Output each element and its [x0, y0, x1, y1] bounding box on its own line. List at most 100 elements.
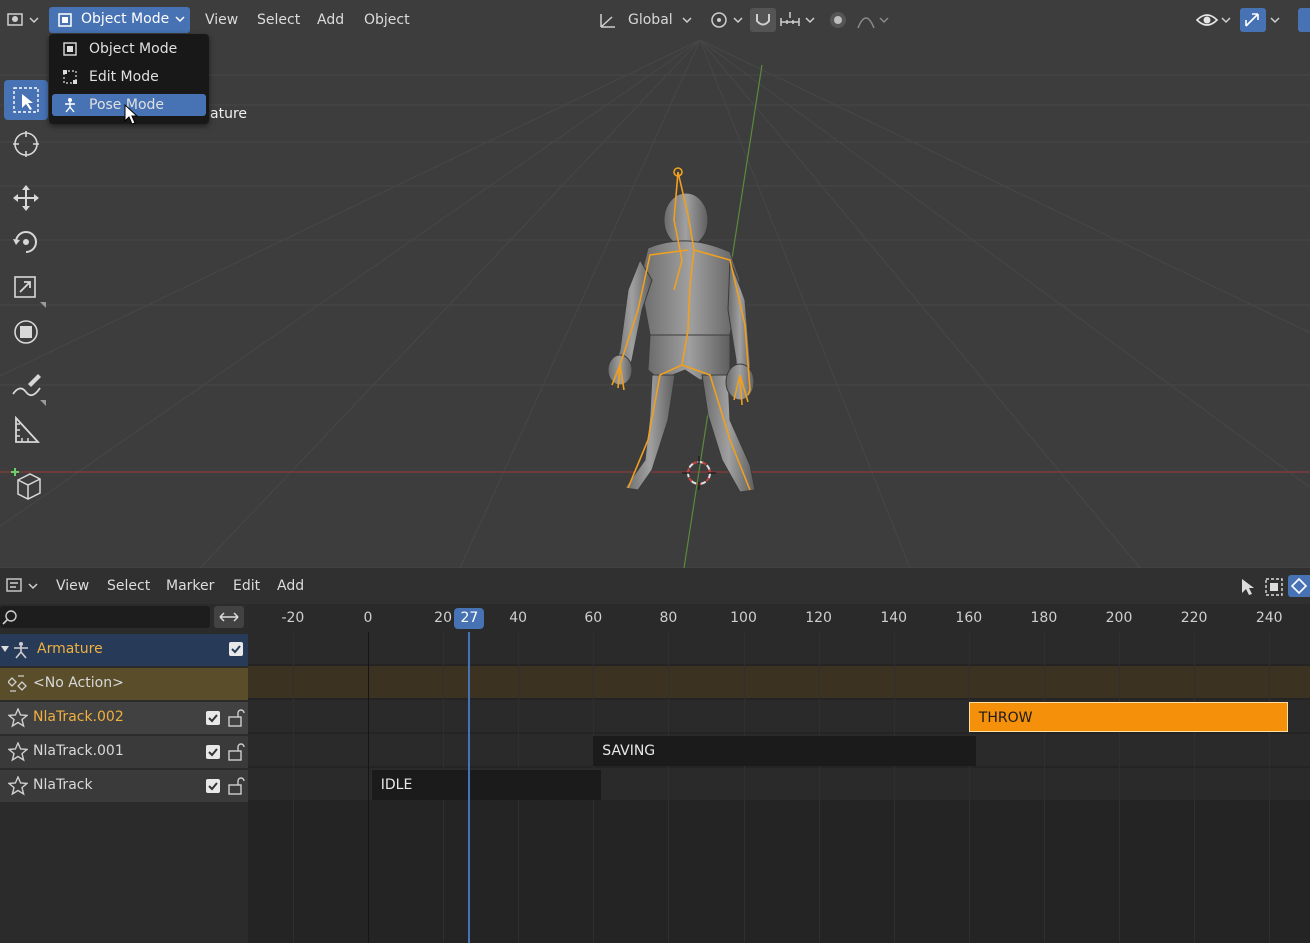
nla-strips: THROW SAVING IDLE — [248, 632, 1310, 943]
character-mesh[interactable] — [590, 160, 780, 505]
snap-increment-icon[interactable] — [778, 8, 820, 32]
transform-icon — [14, 320, 38, 344]
filter-selection-icon[interactable] — [1264, 577, 1286, 597]
chevron-down-icon — [175, 16, 185, 23]
proportional-editing-icon[interactable] — [826, 8, 850, 32]
edit-mode-icon — [63, 70, 77, 84]
search-icon — [2, 610, 17, 625]
ruler-tick-label: 200 — [1105, 610, 1133, 626]
channel-list: Armature <No Action> NlaTrack.002 NlaTra… — [0, 604, 248, 943]
3d-cursor-icon[interactable] — [682, 456, 716, 490]
armature-icon — [14, 642, 28, 659]
unlock-icon[interactable] — [226, 776, 246, 796]
select-box-icon — [13, 87, 39, 113]
frame-ruler[interactable]: -20 0 20 40 60 80 100 120 140 160 180 200 220 240 — [248, 604, 1310, 632]
ruler-tick-label: 60 — [584, 610, 603, 626]
keyframe-icon — [1290, 577, 1308, 595]
channel-enable-checkbox[interactable] — [229, 642, 243, 656]
checkmark-icon — [208, 714, 218, 723]
menu-item-object-mode[interactable]: Object Mode — [52, 38, 206, 60]
unlock-icon[interactable] — [226, 742, 246, 762]
menu-item-edit-mode[interactable]: Edit Mode — [52, 66, 206, 88]
nla-menu-add[interactable]: Add — [277, 576, 304, 596]
add-cube-icon — [11, 468, 41, 500]
channel-nlatrack-002[interactable]: NlaTrack.002 — [0, 702, 248, 734]
chevron-down-icon[interactable] — [1268, 8, 1284, 32]
channel-nlatrack[interactable]: NlaTrack — [0, 770, 248, 802]
collapse-triangle-icon[interactable] — [0, 644, 10, 656]
filter-keyframes-toggle[interactable] — [1288, 575, 1310, 597]
playhead-line[interactable] — [468, 632, 471, 943]
move-icon — [13, 185, 39, 211]
transform-tool[interactable] — [4, 312, 48, 352]
orientation-label: Global — [628, 12, 673, 28]
move-tool[interactable] — [4, 178, 48, 218]
channel-nlatrack-001[interactable]: NlaTrack.001 — [0, 736, 248, 768]
overlay-toggle[interactable] — [1298, 8, 1310, 32]
nla-tracks-area[interactable]: THROW SAVING IDLE — [248, 632, 1310, 943]
ruler-tick-label: 40 — [509, 610, 528, 626]
left-right-arrow-icon — [219, 612, 239, 622]
channel-label: NlaTrack.002 — [33, 709, 124, 725]
channel-label: NlaTrack — [33, 777, 93, 793]
nla-menu-select[interactable]: Select — [107, 576, 150, 596]
nla-menu-view[interactable]: View — [56, 576, 89, 596]
falloff-icon[interactable] — [856, 8, 892, 32]
nla-strip-throw[interactable]: THROW — [968, 702, 1288, 732]
rotate-tool[interactable] — [4, 222, 48, 262]
add-cube-tool[interactable] — [4, 462, 48, 502]
mode-dropdown-label: Object Mode — [81, 11, 170, 27]
filter-pointer-icon[interactable] — [1240, 577, 1260, 597]
visibility-icon[interactable] — [1194, 8, 1234, 32]
track-enable-checkbox[interactable] — [206, 711, 220, 725]
ruler-tick-label: 140 — [880, 610, 908, 626]
orientation-dropdown[interactable]: Global — [598, 8, 698, 32]
chevron-down-icon — [682, 17, 692, 24]
checkmark-icon — [231, 645, 241, 654]
menu-view[interactable]: View — [205, 8, 238, 32]
cursor-tool[interactable] — [4, 124, 48, 164]
gizmo-icon — [1245, 13, 1259, 27]
3d-viewport[interactable]: Object Mode View Select Add Object Globa… — [0, 0, 1310, 568]
swap-direction-button[interactable] — [214, 606, 244, 628]
unlock-icon[interactable] — [226, 708, 246, 728]
channel-no-action[interactable]: <No Action> — [0, 668, 248, 700]
scale-tool[interactable] — [4, 268, 48, 308]
nla-strip-saving[interactable]: SAVING — [593, 736, 977, 766]
scale-icon — [14, 276, 46, 308]
nla-header: View Select Marker Edit Add — [0, 568, 1310, 604]
menu-object[interactable]: Object — [364, 8, 410, 32]
channel-search-input[interactable] — [0, 606, 210, 628]
ruler-tick-label: 220 — [1180, 610, 1208, 626]
menu-item-label: Object Mode — [89, 41, 178, 57]
measure-tool[interactable] — [4, 410, 48, 450]
ruler-tick-label: 20 — [434, 610, 453, 626]
channel-label: NlaTrack.001 — [33, 743, 124, 759]
select-box-tool[interactable] — [4, 80, 48, 120]
current-frame-indicator[interactable]: 27 — [454, 608, 485, 629]
channel-armature[interactable]: Armature — [0, 634, 248, 666]
orientation-icon — [600, 14, 615, 28]
gizmo-toggle[interactable] — [1240, 8, 1266, 32]
annotate-tool[interactable] — [4, 366, 48, 406]
nla-strip-idle[interactable]: IDLE — [371, 770, 601, 800]
track-enable-checkbox[interactable] — [206, 779, 220, 793]
ruler-tick-label: 240 — [1255, 610, 1283, 626]
mouse-pointer-icon — [124, 104, 138, 125]
star-icon[interactable] — [8, 742, 28, 762]
star-icon[interactable] — [8, 708, 28, 728]
nla-menu-marker[interactable]: Marker — [166, 576, 214, 596]
nla-menu-edit[interactable]: Edit — [233, 576, 260, 596]
editor-type-button[interactable] — [4, 8, 42, 32]
mode-dropdown[interactable]: Object Mode — [49, 7, 190, 33]
track-enable-checkbox[interactable] — [206, 745, 220, 759]
snap-toggle[interactable] — [750, 8, 776, 32]
cursor-icon — [13, 131, 39, 157]
ruler-tick-label: 0 — [363, 610, 373, 626]
menu-select[interactable]: Select — [257, 8, 300, 32]
menu-add[interactable]: Add — [317, 8, 344, 32]
channel-label: <No Action> — [33, 675, 124, 691]
star-icon[interactable] — [8, 776, 28, 796]
pivot-point-icon[interactable] — [708, 8, 746, 32]
editor-type-icon[interactable] — [4, 575, 42, 597]
